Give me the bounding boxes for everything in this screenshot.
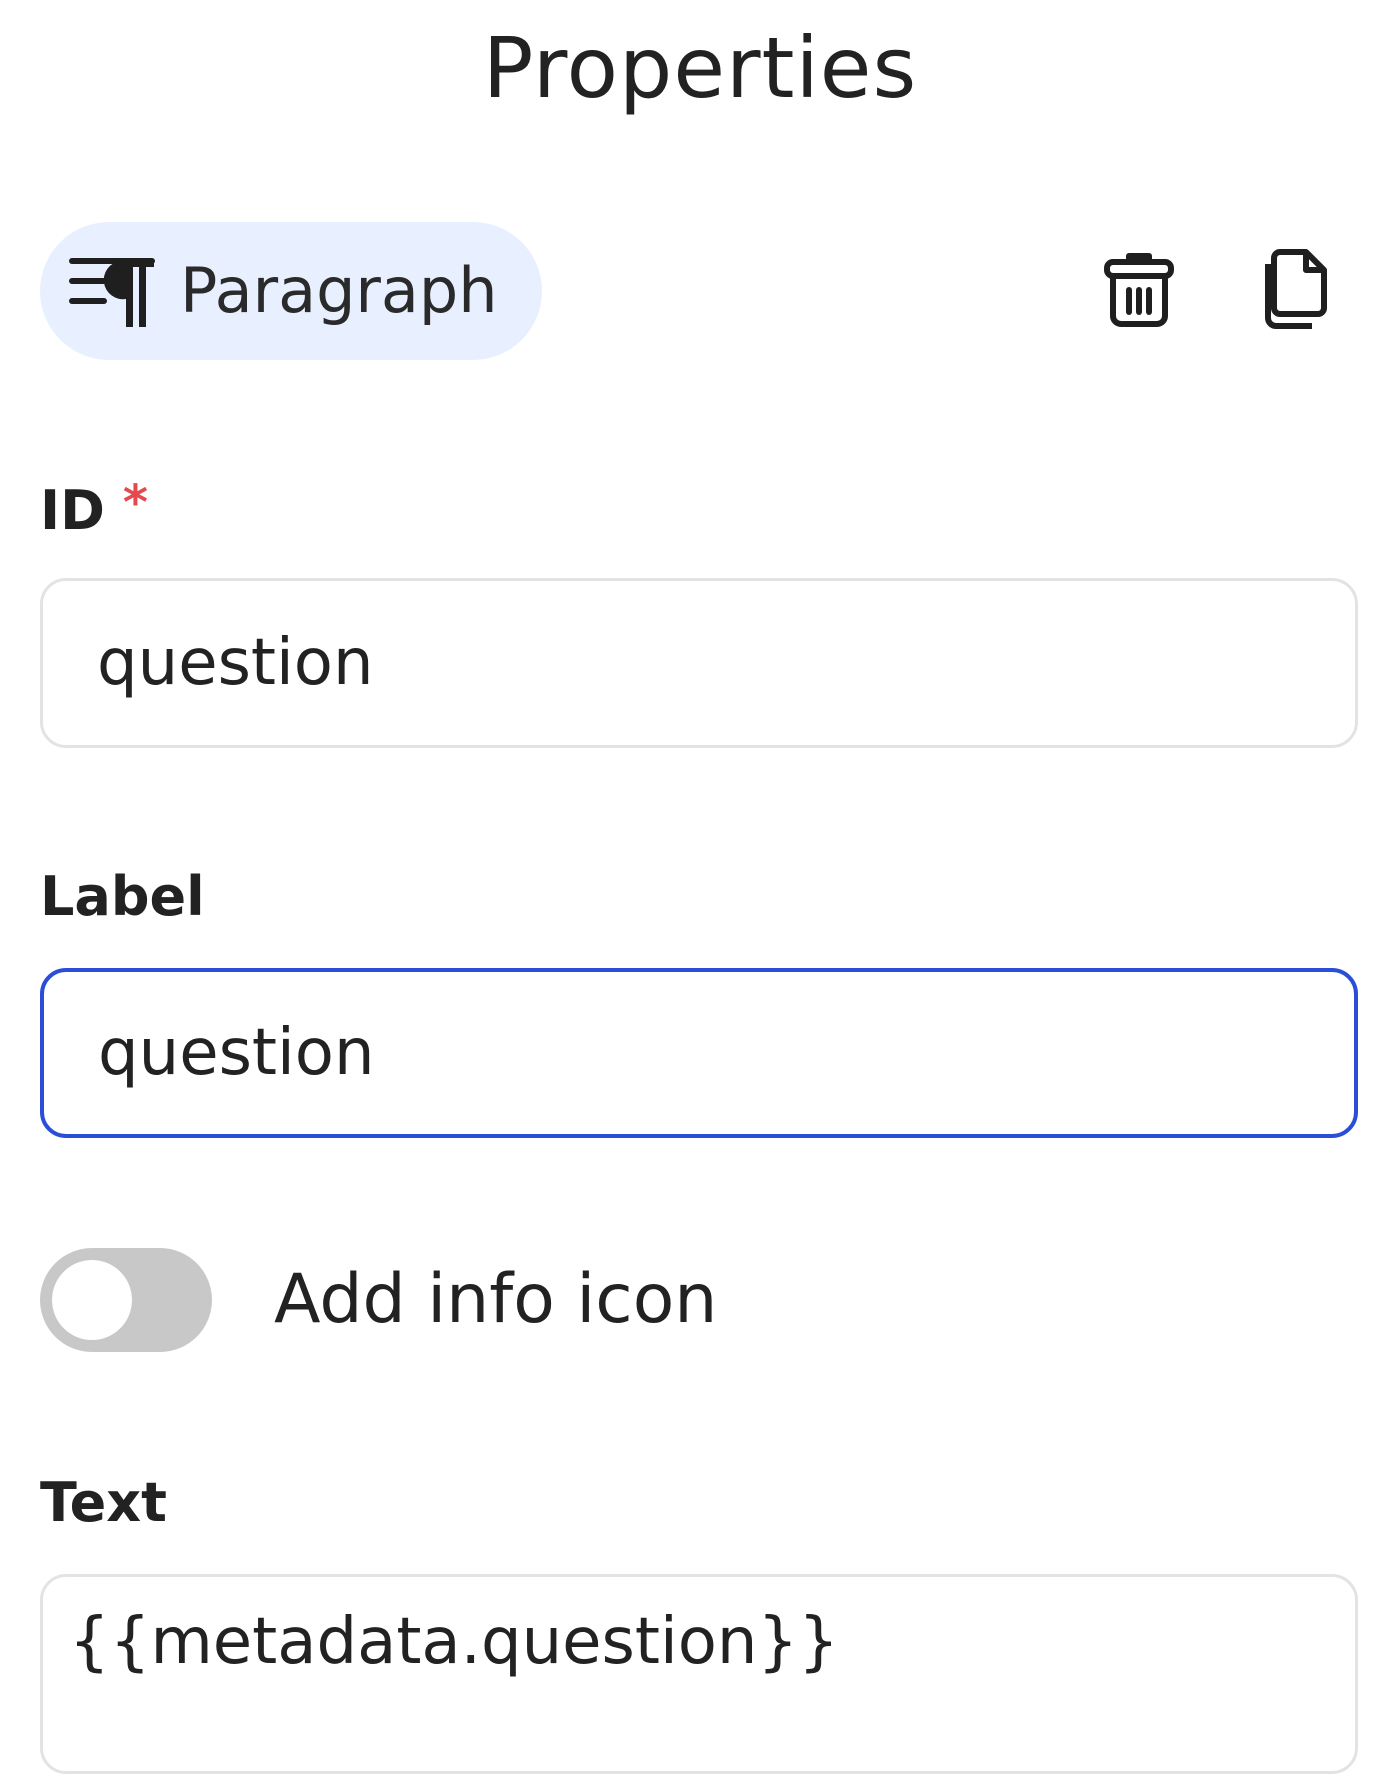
id-field-label: ID * (40, 479, 148, 538)
text-textarea[interactable]: {{metadata.question}} (40, 1574, 1358, 1774)
required-marker: * (122, 475, 149, 531)
properties-panel: Properties Paragraph ID * question Label… (0, 0, 1400, 1774)
info-icon-toggle-label: Add info icon (274, 1260, 718, 1339)
label-field-label: Label (40, 865, 205, 928)
toggle-knob (52, 1260, 132, 1340)
info-icon-toggle-row: Add info icon (40, 1248, 717, 1352)
component-header: Paragraph (40, 222, 1336, 360)
duplicate-component-button[interactable] (1250, 246, 1340, 336)
component-type-label: Paragraph (180, 254, 498, 327)
text-field-label: Text (40, 1471, 167, 1534)
panel-title: Properties (482, 19, 918, 117)
copy-icon (1260, 248, 1330, 334)
id-label-text: ID (40, 479, 105, 542)
trash-icon (1103, 250, 1175, 332)
paragraph-icon (68, 251, 160, 331)
id-input[interactable] (40, 578, 1358, 748)
info-icon-toggle[interactable] (40, 1248, 212, 1352)
delete-component-button[interactable] (1094, 246, 1184, 336)
component-type-chip: Paragraph (40, 222, 542, 360)
label-input[interactable] (40, 968, 1358, 1138)
